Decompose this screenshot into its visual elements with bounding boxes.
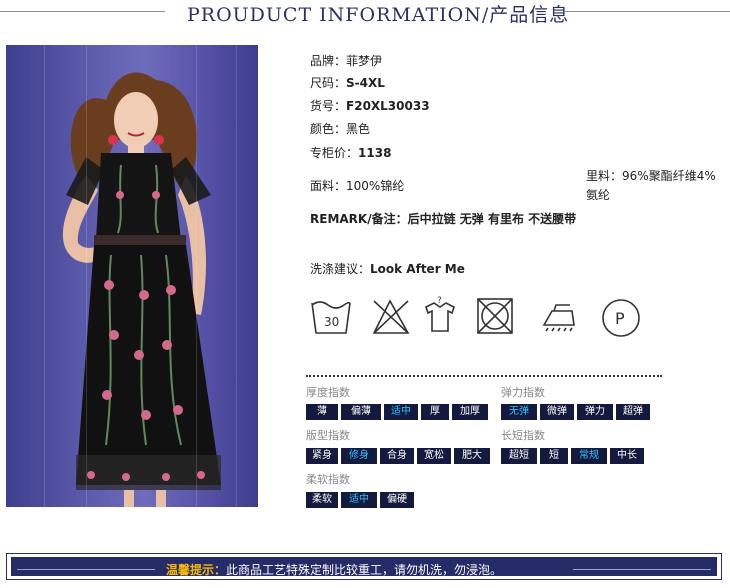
thickness-index: 薄偏薄 适中厚加厚 [306,404,491,420]
fit-option: 宽松 [417,448,451,464]
lining-value: 96%聚酯纤维4% [622,169,716,183]
elasticity-option: 无弹 [501,404,537,420]
header-rule-left [0,11,165,12]
iron-icon [542,304,575,332]
length-option: 常规 [571,448,607,464]
brand-label: 品牌： [310,54,347,68]
wash-value: Look After Me [370,262,465,276]
sku-label: 货号： [310,99,347,113]
length-option: 超短 [501,448,537,464]
svg-text:P: P [615,309,625,328]
elasticity-option: 超弹 [616,404,650,420]
notice-highlight: 温馨提示： [166,563,227,577]
fabric-row: 面料：100%锦纶 [310,177,404,194]
remark-value: 后中拉链 无弹 有里布 不送腰带 [407,212,577,226]
elasticity-option: 弹力 [577,404,613,420]
fabric-value: 100%锦纶 [346,179,405,193]
softness-option: 柔软 [306,492,338,508]
thickness-option: 适中 [384,404,418,420]
sku-value: F20XL30033 [346,99,430,113]
color-label: 颜色： [310,122,347,136]
no-tumble-dry-icon [477,298,513,334]
divider-dotted [306,375,662,377]
fit-index-label: 版型指数 [306,429,350,442]
wash-30-icon: 30 [311,301,351,334]
page-title: PROUDUCT INFORMATION/产品信息 [187,4,570,26]
thickness-option: 厚 [421,404,449,420]
length-option: 中长 [610,448,644,464]
elasticity-index-label: 弹力指数 [501,386,545,399]
sku-row: 货号：F20XL30033 [310,97,430,114]
thickness-index-label: 厚度指数 [306,386,350,399]
thickness-option: 薄 [306,404,338,420]
elasticity-option: 微弹 [540,404,574,420]
remark-label: REMARK/备注： [310,212,408,226]
care-icons: 30 ? P [311,296,640,337]
notice-rule-left [17,569,155,570]
dry-clean-p-icon: P [602,299,640,337]
size-label: 尺码： [310,76,347,90]
notice-rule-right [573,569,711,570]
size-row: 尺码：S-4XL [310,74,385,91]
price-value: 1138 [358,146,392,160]
length-index-label: 长短指数 [501,429,545,442]
thickness-option: 偏薄 [341,404,381,420]
fit-option: 肥大 [454,448,490,464]
length-option: 短 [540,448,568,464]
softness-option: 偏硬 [380,492,414,508]
size-value: S-4XL [346,76,385,90]
color-value: 黑色 [346,122,371,136]
lining-row-cont: 氨纶 [586,186,610,203]
softness-index-label: 柔软指数 [306,473,350,486]
softness-option: 适中 [341,492,377,508]
notice-text: 温馨提示：此商品工艺特殊定制比较重工，请勿机洗，勿浸泡。 [166,561,502,578]
remark-row: REMARK/备注：后中拉链 无弹 有里布 不送腰带 [310,210,576,227]
fit-option: 修身 [341,448,377,464]
notice-bar-inner: 温馨提示：此商品工艺特殊定制比较重工，请勿机洗，勿浸泡。 [11,557,717,578]
brand-value: 菲梦伊 [346,54,383,68]
lining-value-cont: 氨纶 [586,188,611,202]
price-row: 专柜价：1138 [310,144,391,161]
softness-index: 柔软 适中 偏硬 [306,492,417,508]
color-row: 颜色：黑色 [310,120,370,137]
no-bleach-icon [372,299,410,334]
price-label: 专柜价： [310,146,359,160]
fit-index: 紧身 修身 合身 宽松 肥大 [306,448,493,464]
brand-row: 品牌：菲梦伊 [310,52,382,69]
thickness-option: 加厚 [452,404,488,420]
lining-label: 里料： [586,169,623,183]
notice-message: 此商品工艺特殊定制比较重工，请勿机洗，勿浸泡。 [226,563,503,577]
svg-text:30: 30 [324,315,339,329]
wash-row: 洗涤建议：Look After Me [310,260,465,277]
fit-option: 紧身 [306,448,338,464]
length-index: 超短短常规 中长 [501,448,647,464]
wash-label: 洗涤建议： [310,262,371,276]
lining-row: 里料：96%聚酯纤维4% [586,167,716,184]
svg-text:?: ? [437,296,442,306]
header-rule-right [565,11,730,12]
elasticity-index: 无弹 微弹 弹力 超弹 [501,404,653,420]
hang-dry-icon: ? [425,296,455,332]
product-photo [6,45,258,507]
fabric-label: 面料： [310,179,347,193]
fit-option: 合身 [380,448,414,464]
notice-bar: 温馨提示：此商品工艺特殊定制比较重工，请勿机洗，勿浸泡。 [6,553,722,580]
